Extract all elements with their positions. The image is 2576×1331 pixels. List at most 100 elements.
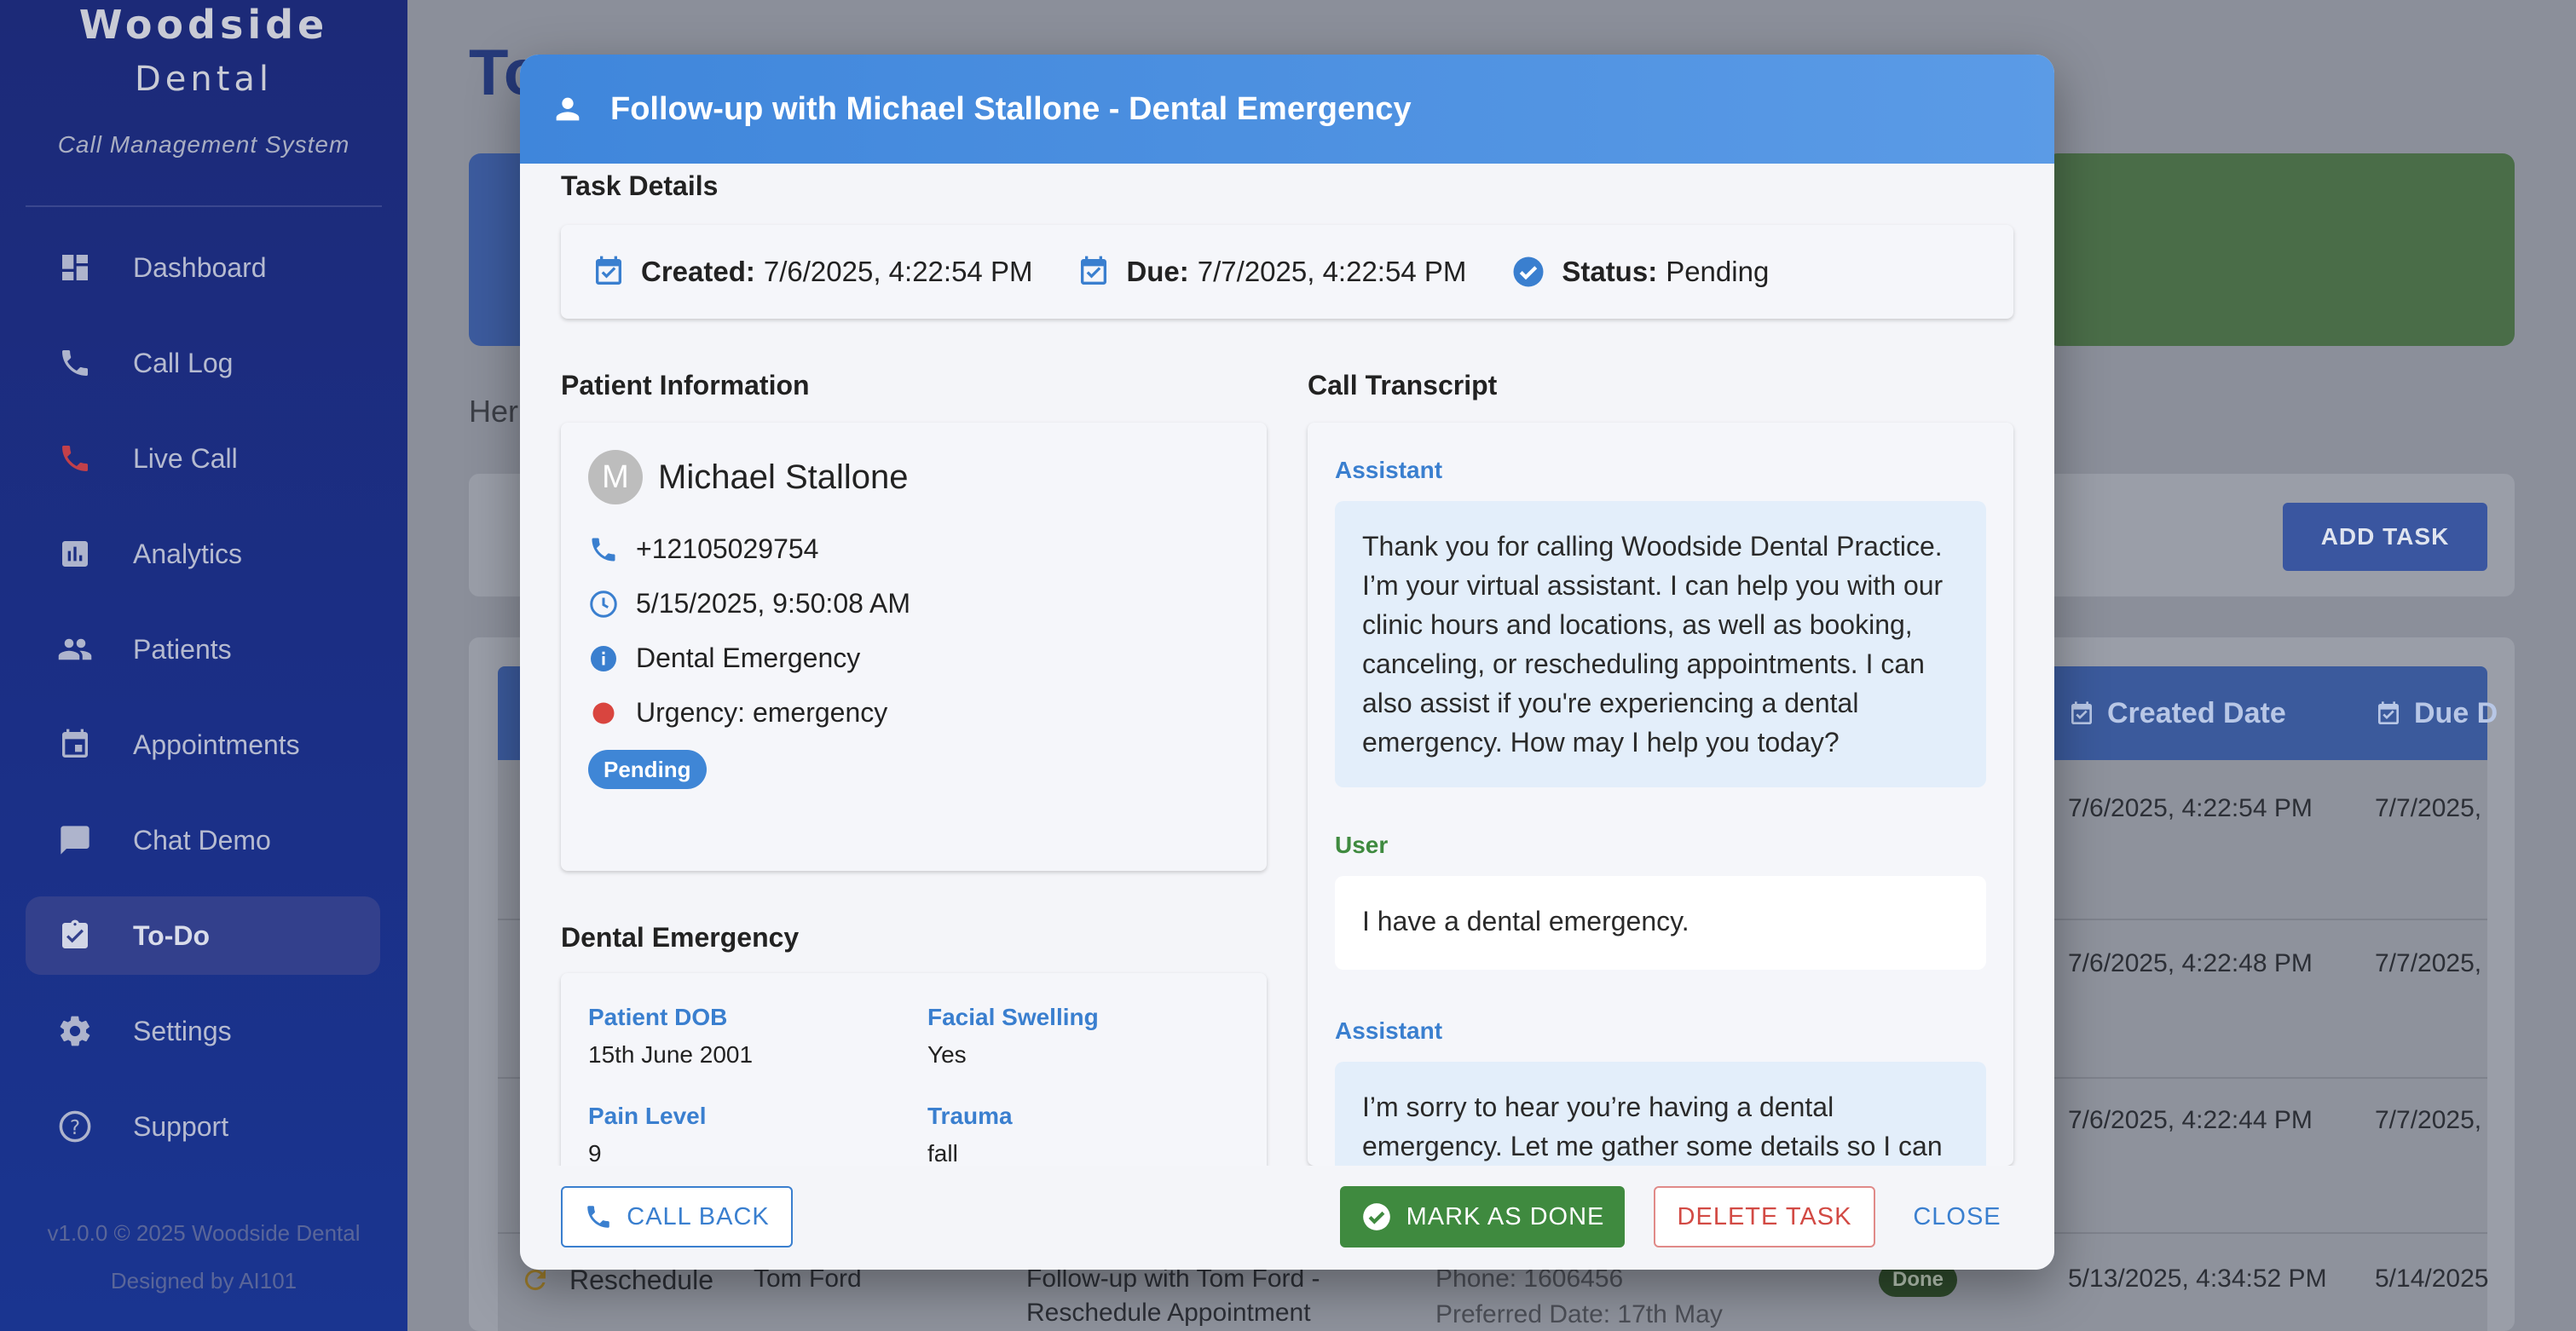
call-back-button[interactable]: CALL BACK	[561, 1186, 793, 1247]
sidebar-item-to-do[interactable]: To-Do	[26, 896, 380, 975]
phone-red-icon	[55, 438, 95, 479]
info-icon	[588, 643, 619, 674]
created-date-cell: 5/13/2025, 4:34:52 PM	[2068, 1265, 2327, 1293]
patient-reason: Dental Emergency	[636, 642, 861, 673]
close-button[interactable]: CLOSE	[1897, 1186, 2017, 1247]
due-date-cell: 7/7/2025,	[2375, 949, 2482, 977]
sidebar-item-patients[interactable]: Patients	[26, 610, 380, 689]
patient-urgency: Urgency: emergency	[636, 697, 888, 728]
user-message: I have a dental emergency.	[1335, 876, 1986, 970]
phone-icon	[588, 534, 619, 565]
column-header-label: Created Date	[2107, 697, 2286, 729]
status-value: Pending	[1666, 256, 1770, 287]
sidebar-item-support[interactable]: ? Support	[26, 1087, 380, 1166]
created-date-cell: 7/6/2025, 4:22:54 PM	[2068, 794, 2313, 822]
avatar: M	[588, 450, 643, 504]
due-detail: Due: 7/7/2025, 4:22:54 PM	[1077, 255, 1466, 289]
sidebar-item-label: Call Log	[133, 347, 234, 378]
patient-phone: +12105029754	[636, 533, 819, 564]
transcript-heading: Call Transcript	[1308, 370, 1498, 400]
created-label: Created:	[641, 256, 755, 287]
stat-card-completed	[2046, 153, 2515, 346]
patient-phone-row: +12105029754	[588, 533, 818, 565]
dialog-actions: CALL BACK MARK AS DONE DELETE TASK CLOSE	[520, 1166, 2054, 1270]
sidebar-item-label: Dashboard	[133, 251, 267, 283]
call-back-label: CALL BACK	[627, 1202, 770, 1230]
bar-chart-icon	[55, 533, 95, 574]
emergency-heading: Dental Emergency	[561, 922, 800, 953]
brand-tagline: Call Management System	[57, 131, 350, 158]
sidebar-item-chat-demo[interactable]: Chat Demo	[26, 801, 380, 879]
column-header-created-date: Created Date	[2068, 697, 2286, 730]
sidebar-nav: Dashboard Call Log Live Call Analytics P…	[26, 228, 380, 1183]
trauma-value: fall	[927, 1140, 958, 1167]
delete-task-button[interactable]: DELETE TASK	[1654, 1186, 1875, 1247]
swelling-label: Facial Swelling	[927, 1004, 1099, 1030]
clipboard-check-icon	[55, 915, 95, 956]
patient-call-time: 5/15/2025, 9:50:08 AM	[636, 588, 911, 619]
sidebar-item-label: Analytics	[133, 538, 243, 569]
created-date-cell: 7/6/2025, 4:22:48 PM	[2068, 949, 2313, 977]
calendar-check-icon	[2071, 700, 2092, 724]
speaker-label: Assistant	[1335, 457, 1443, 483]
created-value: 7/6/2025, 4:22:54 PM	[763, 256, 1033, 287]
sidebar-item-label: Support	[133, 1110, 229, 1142]
calendar-check-icon	[1077, 255, 1111, 289]
task-details-heading: Task Details	[561, 170, 719, 201]
sidebar-item-settings[interactable]: Settings	[26, 992, 380, 1070]
due-date-cell: 7/7/2025,	[2375, 1106, 2482, 1134]
brand-subtitle: Dental	[134, 60, 274, 99]
task-detail-dialog: Follow-up with Michael Stallone - Dental…	[520, 55, 2054, 1270]
urgency-dot-icon	[588, 700, 619, 726]
sidebar-item-call-log[interactable]: Call Log	[26, 324, 380, 402]
transcript-panel[interactable]: Assistant Thank you for calling Woodside…	[1308, 423, 2013, 1166]
pain-label: Pain Level	[588, 1103, 707, 1129]
due-value: 7/7/2025, 4:22:54 PM	[1197, 256, 1467, 287]
version-text: v1.0.0 © 2025 Woodside Dental	[47, 1220, 361, 1246]
add-task-button[interactable]: ADD TASK	[2283, 503, 2487, 571]
dob-label: Patient DOB	[588, 1004, 728, 1030]
due-label: Due:	[1126, 256, 1189, 287]
people-icon	[55, 629, 95, 670]
swelling-value: Yes	[927, 1041, 967, 1068]
chat-icon	[55, 820, 95, 861]
calendar-check-icon	[592, 255, 626, 289]
clock-icon	[588, 589, 619, 619]
column-header-label: Due D	[2414, 697, 2498, 729]
phone-icon	[584, 1202, 613, 1231]
details-cell-line2: Preferred Date: 17th May	[1435, 1300, 1723, 1328]
sidebar-item-dashboard[interactable]: Dashboard	[26, 228, 380, 307]
sidebar-item-analytics[interactable]: Analytics	[26, 515, 380, 593]
check-circle-icon	[1360, 1201, 1393, 1233]
due-date-cell: 5/14/2025	[2375, 1265, 2489, 1293]
patient-name-row: M Michael Stallone	[588, 450, 909, 504]
help-icon: ?	[55, 1106, 95, 1147]
mark-as-done-label: MARK AS DONE	[1406, 1202, 1605, 1230]
dashboard-icon	[55, 247, 95, 288]
svg-text:?: ?	[70, 1117, 80, 1139]
person-icon	[551, 92, 585, 126]
status-badge: Pending	[588, 750, 707, 789]
refresh-icon	[520, 1265, 551, 1302]
speaker-label: User	[1335, 832, 1389, 858]
sidebar-item-label: To-Do	[133, 919, 211, 951]
sidebar-item-live-call[interactable]: Live Call	[26, 419, 380, 498]
column-header-due-date: Due D	[2375, 697, 2498, 730]
gear-icon	[55, 1011, 95, 1052]
assistant-message: I’m sorry to hear you’re having a dental…	[1335, 1062, 1986, 1166]
patient-call-time-row: 5/15/2025, 9:50:08 AM	[588, 588, 910, 619]
status-label: Status:	[1562, 256, 1658, 287]
sidebar-item-appointments[interactable]: Appointments	[26, 706, 380, 784]
sidebar-item-label: Settings	[133, 1015, 232, 1046]
speaker-label: Assistant	[1335, 1017, 1443, 1044]
dob-value: 15th June 2001	[588, 1041, 754, 1068]
sidebar-item-label: Chat Demo	[133, 824, 271, 856]
assistant-message: Thank you for calling Woodside Dental Pr…	[1335, 501, 1986, 787]
trauma-label: Trauma	[927, 1103, 1013, 1129]
mark-as-done-button[interactable]: MARK AS DONE	[1340, 1186, 1625, 1247]
due-date-cell: 7/7/2025,	[2375, 794, 2482, 822]
status-detail: Status: Pending	[1510, 254, 1769, 290]
sidebar-divider	[26, 205, 382, 207]
sidebar-item-label: Appointments	[133, 729, 300, 760]
sidebar: Woodside Dental Call Management System D…	[0, 0, 407, 1331]
